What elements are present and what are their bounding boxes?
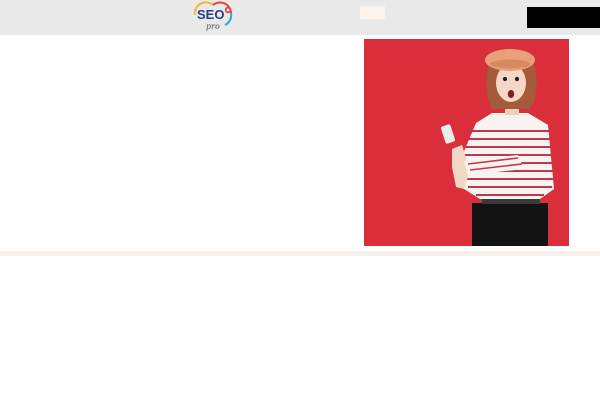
site-header: SEO pro	[0, 0, 600, 35]
logo-text: SEO	[197, 7, 224, 22]
nav-link[interactable]	[360, 6, 385, 19]
header-cta-button[interactable]	[527, 7, 600, 28]
content-section	[0, 256, 600, 400]
hero-copy-area	[0, 35, 364, 251]
woman-holding-phone-photo	[364, 39, 569, 246]
logo-subtext: pro	[206, 22, 220, 31]
seo-pro-logo[interactable]: SEO pro	[191, 1, 235, 31]
page: SEO pro	[0, 0, 600, 400]
